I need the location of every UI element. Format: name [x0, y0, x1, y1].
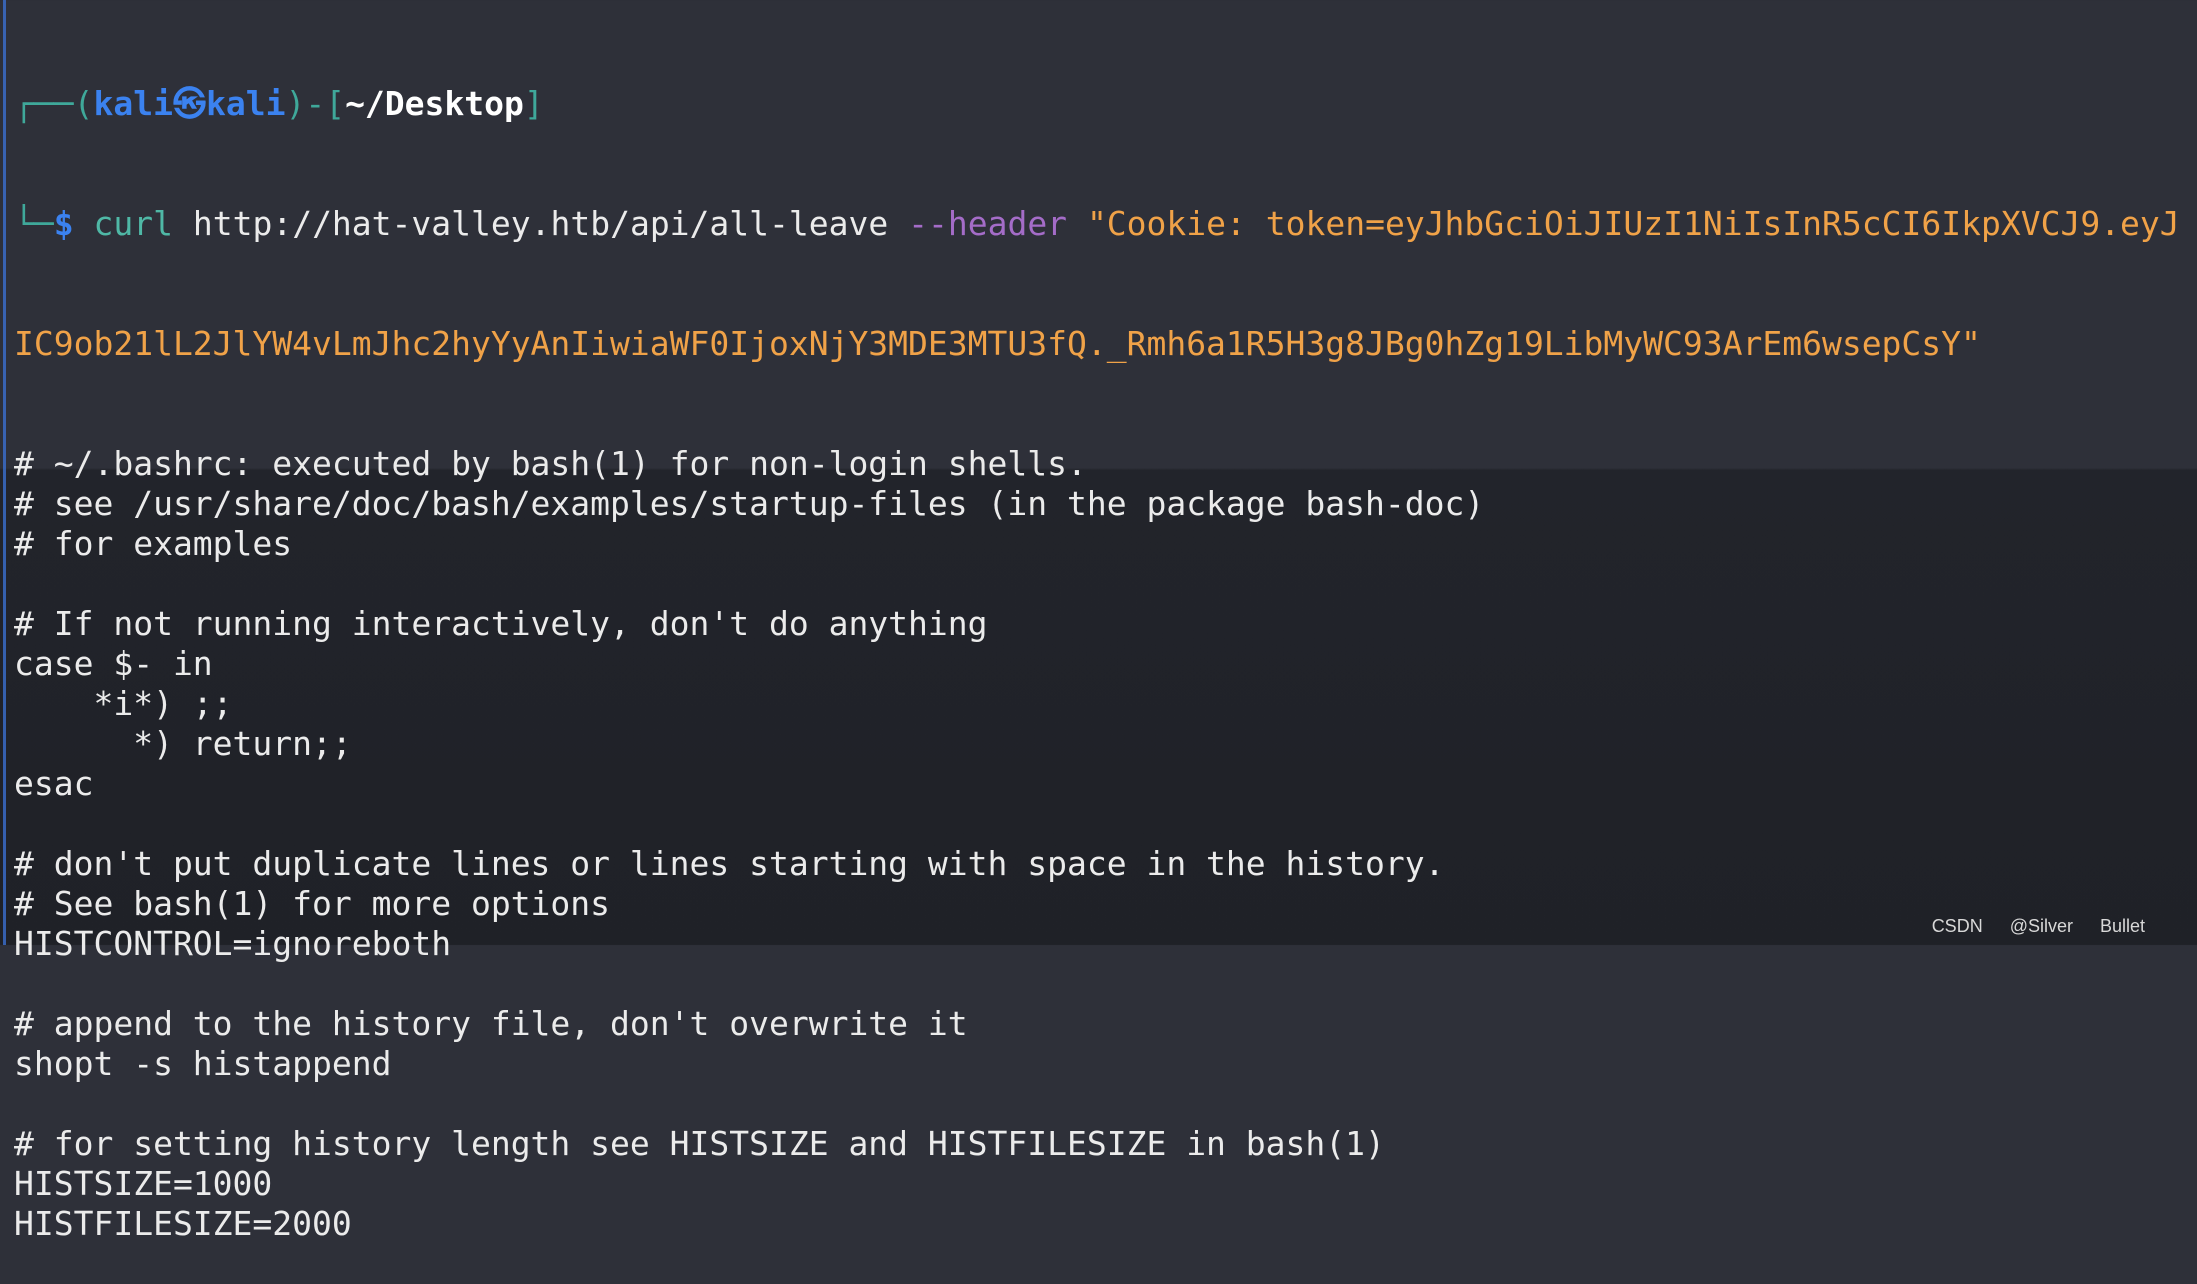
prompt-host: kali	[205, 84, 286, 123]
kali-at-icon: ㉿	[172, 84, 206, 123]
prompt-line: ┌──(kali㉿kali)-[~/Desktop]	[14, 84, 2180, 124]
window-edge	[3, 0, 6, 945]
output-line: case $- in	[14, 644, 213, 683]
output-line: esac	[14, 764, 94, 803]
output-line: # don't put duplicate lines or lines sta…	[14, 844, 1445, 883]
output-line: HISTFILESIZE=2000	[14, 1204, 352, 1243]
prompt-box: └─	[14, 204, 54, 243]
prompt-box: )-[	[285, 84, 346, 123]
prompt-box: ]	[523, 84, 544, 123]
output-line: HISTCONTROL=ignoreboth	[14, 924, 452, 963]
output-line: # for examples	[14, 524, 293, 563]
output-line: # See bash(1) for more options	[14, 884, 611, 923]
prompt-box: ┌──(	[14, 84, 94, 123]
command-line-wrap: IC9ob21lL2JlYW4vLmJhc2hyYyAnIiwiaWF0Ijox…	[14, 324, 2180, 364]
prompt-dollar: $	[53, 204, 74, 243]
terminal-output[interactable]: ┌──(kali㉿kali)-[~/Desktop] └─$ curl http…	[14, 4, 2180, 1284]
command-header-value: "Cookie: token=eyJhbGciOiJIUzI1NiIsInR5c…	[1086, 204, 2180, 243]
output-line: # see /usr/share/doc/bash/examples/start…	[14, 484, 1485, 523]
output-line: *i*) ;;	[14, 684, 233, 723]
command-option: --header	[908, 204, 1068, 243]
prompt-cwd: ~/Desktop	[345, 84, 524, 123]
watermark: CSDN @Silver Bullet	[1931, 916, 2145, 936]
output-line: # for setting history length see HISTSIZ…	[14, 1124, 1385, 1163]
output-line: # ~/.bashrc: executed by bash(1) for non…	[14, 444, 1087, 483]
output-line: *) return;;	[14, 724, 352, 763]
command-program: curl	[93, 204, 173, 243]
command-header-value: IC9ob21lL2JlYW4vLmJhc2hyYyAnIiwiaWF0Ijox…	[14, 324, 1981, 363]
command-url: http://hat-valley.htb/api/all-leave	[192, 204, 889, 243]
output-line: HISTSIZE=1000	[14, 1164, 273, 1203]
command-line: └─$ curl http://hat-valley.htb/api/all-l…	[14, 204, 2180, 244]
output-line: shopt -s histappend	[14, 1044, 392, 1083]
prompt-user: kali	[93, 84, 173, 123]
output-line: # append to the history file, don't over…	[14, 1004, 968, 1043]
output-line: # If not running interactively, don't do…	[14, 604, 988, 643]
